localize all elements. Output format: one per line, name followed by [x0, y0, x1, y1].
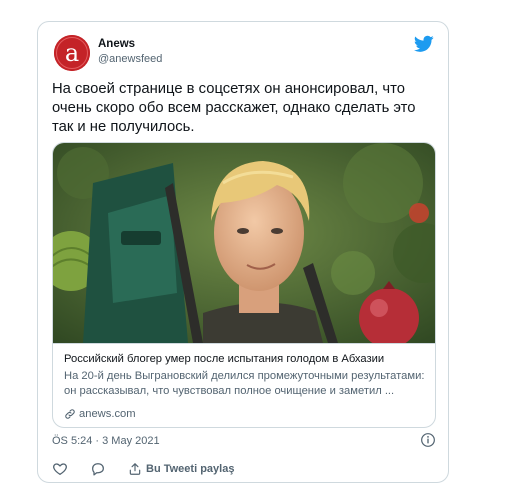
link-card-domain[interactable]: anews.com — [64, 407, 136, 421]
anews-logo-icon: a — [54, 35, 90, 71]
share-label[interactable]: Bu Tweeti paylaş — [146, 463, 234, 475]
author-block[interactable]: Anews @anewsfeed — [98, 37, 162, 67]
share-button[interactable]: Bu Tweeti paylaş — [128, 462, 234, 476]
link-card-title[interactable]: Российский блогер умер после испытания г… — [64, 352, 384, 366]
chain-link-icon — [65, 409, 75, 419]
tweet-header: a Anews @anewsfeed — [54, 35, 434, 71]
info-icon[interactable] — [420, 432, 436, 448]
share-icon — [129, 463, 141, 475]
heart-icon — [53, 463, 67, 475]
link-card-description: На 20-й день Выграновский делился промеж… — [64, 370, 425, 397]
avatar[interactable]: a — [54, 35, 90, 71]
link-card[interactable]: Российский блогер умер после испытания г… — [52, 142, 436, 428]
article-photo — [53, 143, 435, 343]
reply-button[interactable] — [90, 461, 106, 477]
svg-text:a: a — [65, 39, 79, 67]
tweet-actions: Bu Tweeti paylaş — [52, 460, 256, 478]
tweet-text: На своей странице в соцсетях он анонсиро… — [52, 81, 416, 135]
tweet-timestamp[interactable]: ÖS 5:24 · 3 May 2021 — [52, 434, 160, 448]
link-card-domain-text: anews.com — [79, 408, 136, 420]
twitter-bird-icon[interactable] — [414, 35, 434, 53]
author-name[interactable]: Anews — [98, 37, 162, 52]
author-handle[interactable]: @anewsfeed — [98, 52, 162, 67]
speech-bubble-icon — [92, 463, 104, 476]
tweet-card[interactable]: a Anews @anewsfeed На своей странице в с… — [37, 21, 449, 483]
link-card-info[interactable]: Российский блогер умер после испытания г… — [53, 343, 435, 427]
like-button[interactable] — [52, 461, 68, 477]
